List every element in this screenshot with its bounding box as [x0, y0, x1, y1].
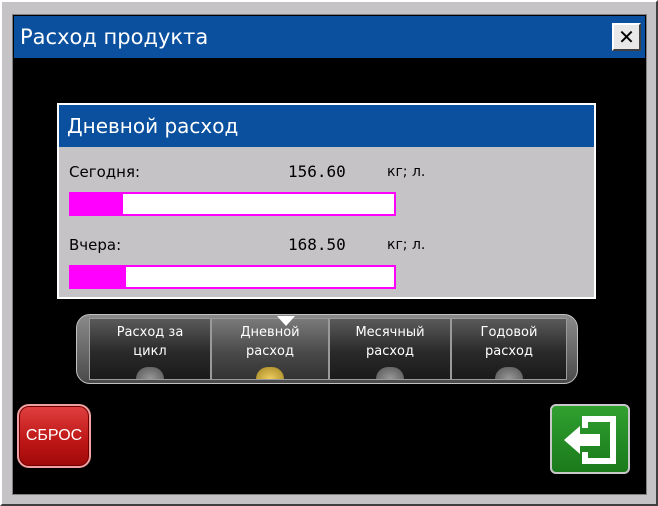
active-tab-pointer-icon [277, 316, 295, 326]
panel-header: Дневной расход [59, 105, 594, 147]
today-unit: кг; л. [387, 164, 426, 180]
tab-yearly-label: Годовой расход [480, 325, 538, 359]
period-tab-bar: Расход за цикл Дневной расход Месячный р… [76, 314, 578, 384]
title-bar: Расход продукта ✕ [14, 16, 645, 58]
tab-daily-label: Дневной расход [240, 325, 300, 359]
tab-daily[interactable]: Дневной расход [211, 318, 329, 380]
exit-button[interactable] [550, 404, 630, 474]
tab-monthly[interactable]: Месячный расход [329, 318, 451, 380]
window-title: Расход продукта [20, 25, 209, 49]
tab-cycle[interactable]: Расход за цикл [89, 318, 211, 380]
reset-button[interactable]: СБРОС [17, 404, 91, 468]
indicator-lamp-icon [256, 367, 284, 379]
yesterday-progress-bar [69, 265, 396, 289]
indicator-lamp-icon [136, 367, 164, 379]
indicator-lamp-icon [376, 367, 404, 379]
today-value: 156.60 [288, 162, 346, 181]
yesterday-progress-fill [71, 267, 126, 287]
close-button[interactable]: ✕ [612, 23, 641, 51]
exit-door-icon [564, 416, 616, 464]
today-label: Сегодня: [69, 163, 141, 181]
tab-cycle-label: Расход за цикл [116, 325, 184, 359]
tab-monthly-label: Месячный расход [355, 325, 425, 359]
yesterday-label: Вчера: [69, 236, 122, 254]
indicator-lamp-icon [495, 367, 523, 379]
today-progress-bar [69, 192, 396, 216]
yesterday-unit: кг; л. [387, 237, 426, 253]
today-progress-fill [71, 194, 123, 214]
close-icon: ✕ [618, 24, 635, 49]
panel-title: Дневной расход [67, 114, 239, 138]
tab-yearly[interactable]: Годовой расход [451, 318, 567, 380]
daily-consumption-panel: Дневной расход Сегодня: 156.60 кг; л. Вч… [57, 103, 596, 299]
yesterday-value: 168.50 [288, 235, 346, 254]
